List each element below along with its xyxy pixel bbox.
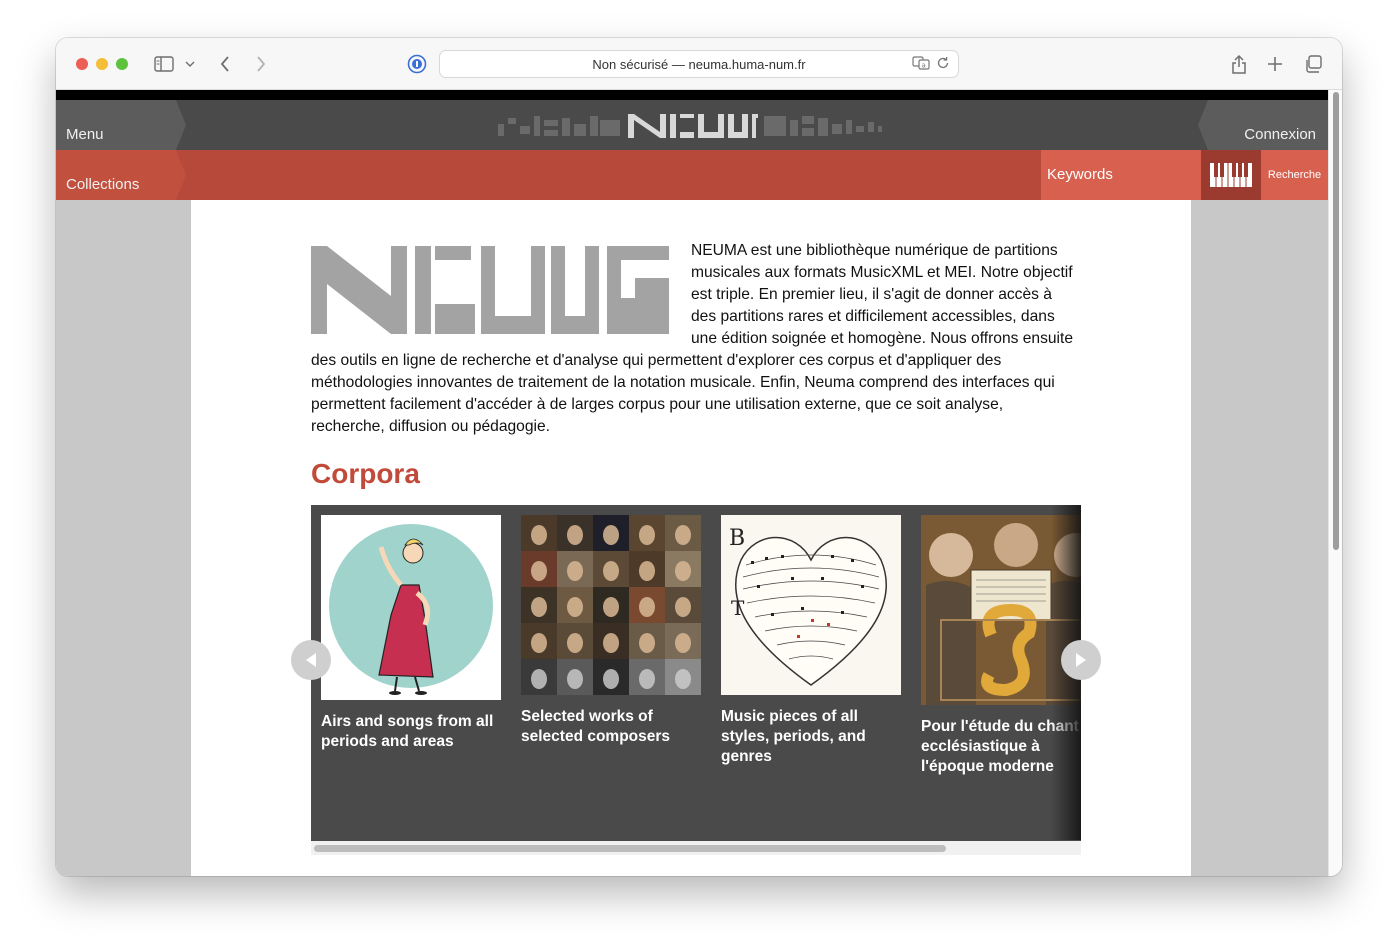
address-text: Non sécurisé — neuma.huma-num.fr	[592, 56, 806, 72]
password-manager-icon[interactable]	[406, 52, 428, 76]
connexion-tab[interactable]: Connexion	[1198, 100, 1328, 150]
recherche-label: Recherche	[1267, 169, 1322, 181]
web-page: Menu Connexion Collections Keywords Rech…	[56, 90, 1328, 876]
minimize-window-button[interactable]	[96, 58, 108, 70]
keywords-search-field[interactable]: Keywords	[1041, 150, 1201, 200]
corpora-title: Corpora	[311, 458, 420, 489]
share-icon[interactable]	[1228, 52, 1250, 76]
corpus-card[interactable]: Airs and songs from all periods and area…	[321, 515, 501, 752]
choir-manuscript-painting	[921, 515, 1081, 705]
corpus-card-title: Selected works of selected composers	[521, 708, 671, 745]
reload-icon[interactable]	[936, 56, 950, 73]
collections-tab[interactable]: Collections	[56, 150, 186, 200]
corpora-carousel[interactable]: Airs and songs from all periods and area…	[311, 505, 1081, 855]
recherche-button[interactable]: Recherche	[1261, 150, 1328, 200]
close-window-button[interactable]	[76, 58, 88, 70]
chevron-down-icon[interactable]	[183, 52, 197, 76]
singer-illustration	[321, 515, 501, 700]
svg-text:B: B	[729, 526, 745, 551]
carousel-prev-button[interactable]	[291, 640, 331, 680]
top-black-strip	[56, 90, 1328, 100]
arrow-right-icon	[1076, 653, 1086, 667]
carousel-scroll-thumb[interactable]	[314, 845, 946, 852]
tab-overview-icon[interactable]	[1302, 52, 1324, 76]
new-tab-icon[interactable]	[1264, 52, 1286, 76]
main-content: NEUMA est une bibliothèque numérique de …	[191, 200, 1191, 876]
address-bar[interactable]: Non sécurisé — neuma.huma-num.fr a	[439, 50, 959, 78]
page-scroll-thumb[interactable]	[1333, 92, 1339, 550]
header-bar: Menu Connexion	[56, 100, 1328, 150]
carousel-next-button[interactable]	[1061, 640, 1101, 680]
keywords-placeholder: Keywords	[1047, 166, 1113, 183]
translate-icon[interactable]: a	[912, 56, 930, 73]
connexion-label: Connexion	[1244, 126, 1316, 143]
corpus-card[interactable]: Pour l'étude du chant ecclésiastique à l…	[921, 515, 1081, 777]
corpus-card-title: Pour l'étude du chant ecclésiastique à l…	[921, 718, 1079, 775]
composer-portraits-grid	[521, 515, 701, 695]
neuma-header-logo[interactable]	[496, 106, 886, 144]
collections-label: Collections	[66, 176, 140, 193]
corpus-card-title: Music pieces of all styles, periods, and…	[721, 708, 866, 765]
collections-bar: Collections Keywords Recherche	[56, 150, 1328, 200]
carousel-scrollbar[interactable]	[311, 841, 1081, 855]
arrow-left-icon	[306, 653, 316, 667]
corpus-card[interactable]: B T Music pieces of all styles, periods,…	[721, 515, 901, 767]
back-icon[interactable]	[216, 52, 234, 76]
svg-text:T: T	[731, 596, 745, 620]
piano-keyboard-icon[interactable]	[1201, 150, 1261, 200]
menu-label: Menu	[66, 126, 104, 143]
heart-shaped-score: B T	[721, 515, 901, 695]
zoom-window-button[interactable]	[116, 58, 128, 70]
forward-icon[interactable]	[252, 52, 270, 76]
page-scrollbar[interactable]	[1328, 90, 1342, 876]
browser-window: Non sécurisé — neuma.huma-num.fr a Menu …	[56, 38, 1342, 876]
browser-toolbar: Non sécurisé — neuma.huma-num.fr a	[56, 38, 1342, 90]
menu-tab[interactable]: Menu	[56, 100, 186, 150]
corpus-card-title: Airs and songs from all periods and area…	[321, 713, 494, 750]
sidebar-toggle-icon[interactable]	[153, 52, 175, 76]
corpus-card[interactable]: Selected works of selected composers	[521, 515, 701, 747]
intro-paragraph: NEUMA est une bibliothèque numérique de …	[311, 240, 1081, 438]
svg-text:a: a	[922, 62, 926, 70]
